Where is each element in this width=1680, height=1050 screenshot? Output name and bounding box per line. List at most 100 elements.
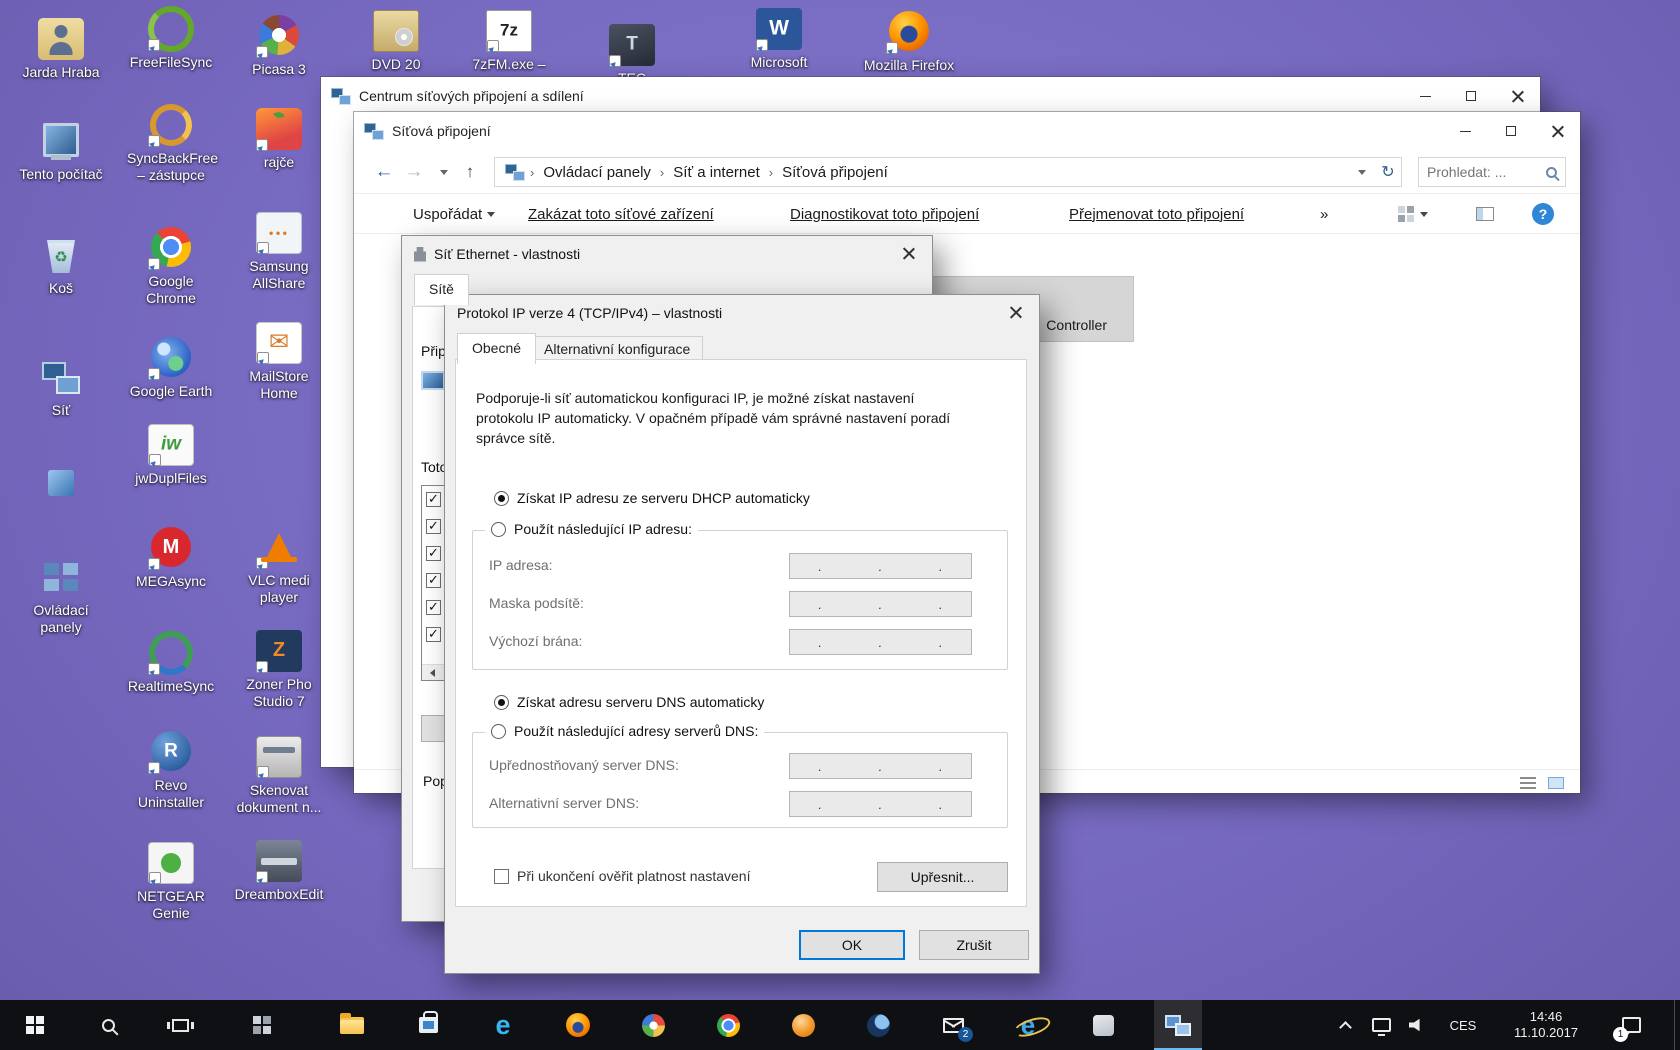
forward-button[interactable] [400,157,428,187]
taskbar-mail[interactable]: 2 [929,1000,977,1050]
taskbar-orange-app[interactable] [779,1000,827,1050]
scroll-left-icon[interactable] [422,665,438,680]
radio-dns-auto[interactable] [494,695,509,710]
desktop-icon-netgear-genie[interactable]: NETGEAR Genie [119,842,223,922]
desktop-icon-dvd[interactable]: DVD 20 [344,10,448,73]
tab-general[interactable]: Obecné [457,333,536,364]
thumbnail-view-button[interactable] [1544,774,1568,791]
desktop-icon-ovladaci-panely[interactable]: Ovládací panely [9,556,113,636]
cancel-button[interactable]: Zrušit [919,930,1029,960]
taskbar-firefox[interactable] [554,1000,602,1050]
refresh-button[interactable] [1375,158,1401,186]
desktop-icon-7zfm[interactable]: 7zFM.exe – [457,10,561,73]
desktop-icon-megasync[interactable]: MEGAsync [119,526,223,590]
desktop-icon-skenovat[interactable]: Skenovat dokument n... [227,736,331,816]
taskbar-search-button[interactable] [84,1000,132,1050]
taskbar-store[interactable] [404,1000,452,1050]
address-bar[interactable]: › Ovládací panely › Síť a internet › Síť… [494,157,1402,187]
diagnose-connection-button[interactable]: Diagnostikovat toto připojení [790,194,979,234]
change-view-button[interactable] [1398,194,1428,234]
desktop-icon-firefox[interactable]: Mozilla Firefox [857,10,961,74]
search-box[interactable]: Prohledat: ... [1418,157,1566,187]
show-hidden-icons-button[interactable] [1333,1000,1357,1050]
ipv4-dialog-titlebar[interactable]: Protokol IP verze 4 (TCP/IPv4) – vlastno… [445,295,1039,331]
preview-pane-button[interactable] [1476,194,1494,234]
help-button[interactable]: ? [1532,194,1554,234]
desktop-icon-microsoft-word[interactable]: Microsoft [727,8,831,71]
details-view-button[interactable] [1516,774,1540,791]
desktop-icon-zoner[interactable]: Zoner Pho Studio 7 [227,630,331,710]
organize-button[interactable]: Uspořádat [413,194,495,234]
minimize-button[interactable] [1442,112,1488,150]
breadcrumb-control-panel[interactable]: Ovládací panely [540,164,654,181]
radio-dhcp[interactable] [494,491,509,506]
desktop-icon-kos[interactable]: Koš [9,234,113,297]
display-tray-icon[interactable] [1365,1000,1397,1050]
action-center-button[interactable]: 1 [1608,1000,1654,1050]
close-button[interactable] [888,239,928,268]
up-button[interactable] [456,157,484,187]
checked-checkbox-icon[interactable] [426,546,441,561]
desktop-icon-shortcut[interactable] [9,462,113,516]
desktop-icon-jarda-hraba[interactable]: Jarda Hraba [9,18,113,81]
desktop-icon-rajce[interactable]: rajče [227,108,331,171]
network-connections-titlebar[interactable]: Síťová připojení [354,112,1580,150]
radio-static-ip[interactable] [491,522,506,537]
language-indicator[interactable]: CES [1440,1000,1486,1050]
desktop-icon-samsung-allshare[interactable]: Samsung AllShare [227,212,331,292]
desktop-icon-label: DreamboxEdit [227,886,331,903]
taskbar-paint[interactable] [629,1000,677,1050]
rename-connection-button[interactable]: Přejmenovat toto připojení [1069,194,1244,234]
desktop-icon-google-earth[interactable]: Google Earth [119,336,223,400]
desktop-icon-syncbackfree[interactable]: SyncBackFree – zástupce [119,104,223,184]
back-button[interactable] [370,157,398,187]
taskbar-internet-explorer[interactable] [1004,1000,1052,1050]
desktop-icon-revo-uninstaller[interactable]: Revo Uninstaller [119,730,223,811]
checked-checkbox-icon[interactable] [426,519,441,534]
address-dropdown-button[interactable] [1349,158,1375,186]
taskbar-app-grid[interactable] [238,1000,286,1050]
desktop-icon-freefilesync[interactable]: FreeFileSync [119,8,223,71]
taskbar-network-connections[interactable] [1154,1000,1202,1050]
disable-device-button[interactable]: Zakázat toto síťové zařízení [528,194,714,234]
minimize-button[interactable] [1402,77,1448,115]
taskbar-gray-app[interactable] [1079,1000,1127,1050]
close-button[interactable] [1494,77,1540,115]
advanced-button[interactable]: Upřesnit... [877,862,1008,892]
start-button[interactable] [11,1000,59,1050]
recent-locations-button[interactable] [430,157,458,187]
taskbar-blue-app[interactable] [854,1000,902,1050]
ok-button[interactable]: OK [799,930,905,960]
tab-networking[interactable]: Sítě [414,274,469,305]
desktop-icon-picasa[interactable]: Picasa 3 [227,14,331,78]
maximize-button[interactable] [1488,112,1534,150]
taskbar-edge[interactable] [479,1000,527,1050]
radio-dns-manual[interactable] [491,724,506,739]
desktop-icon-sit[interactable]: Síť [9,356,113,419]
desktop-icon-vlc[interactable]: VLC medi player [227,526,331,606]
desktop-icon-dreamboxedit[interactable]: DreamboxEdit [227,840,331,903]
breadcrumb-network-connections[interactable]: Síťová připojení [779,164,891,181]
desktop-icon-tento-pocitac[interactable]: Tento počítač [9,120,113,183]
volume-tray-icon[interactable] [1401,1000,1433,1050]
desktop-icon-mailstore-home[interactable]: MailStore Home [227,322,331,402]
checked-checkbox-icon[interactable] [426,492,441,507]
taskbar-file-explorer[interactable] [328,1000,376,1050]
breadcrumb-network-internet[interactable]: Síť a internet [670,164,763,181]
show-desktop-button[interactable] [1674,1000,1680,1050]
close-button[interactable] [1534,112,1580,150]
checked-checkbox-icon[interactable] [426,627,441,642]
sharing-center-titlebar[interactable]: Centrum síťových připojení a sdílení [321,77,1540,115]
close-button[interactable] [995,298,1035,327]
taskbar-chrome[interactable] [704,1000,752,1050]
maximize-button[interactable] [1448,77,1494,115]
checked-checkbox-icon[interactable] [426,600,441,615]
desktop-icon-jwduplfiles[interactable]: jwDuplFiles [119,424,223,487]
ethernet-dialog-titlebar[interactable]: Síť Ethernet - vlastnosti [402,236,932,272]
desktop-icon-google-chrome[interactable]: Google Chrome [119,226,223,307]
checked-checkbox-icon[interactable] [426,573,441,588]
more-commands-button[interactable]: » [1320,194,1328,234]
desktop-icon-realtimesync[interactable]: RealtimeSync [119,632,223,695]
task-view-button[interactable] [156,1000,204,1050]
clock[interactable]: 14:46 11.10.2017 [1490,1000,1602,1050]
